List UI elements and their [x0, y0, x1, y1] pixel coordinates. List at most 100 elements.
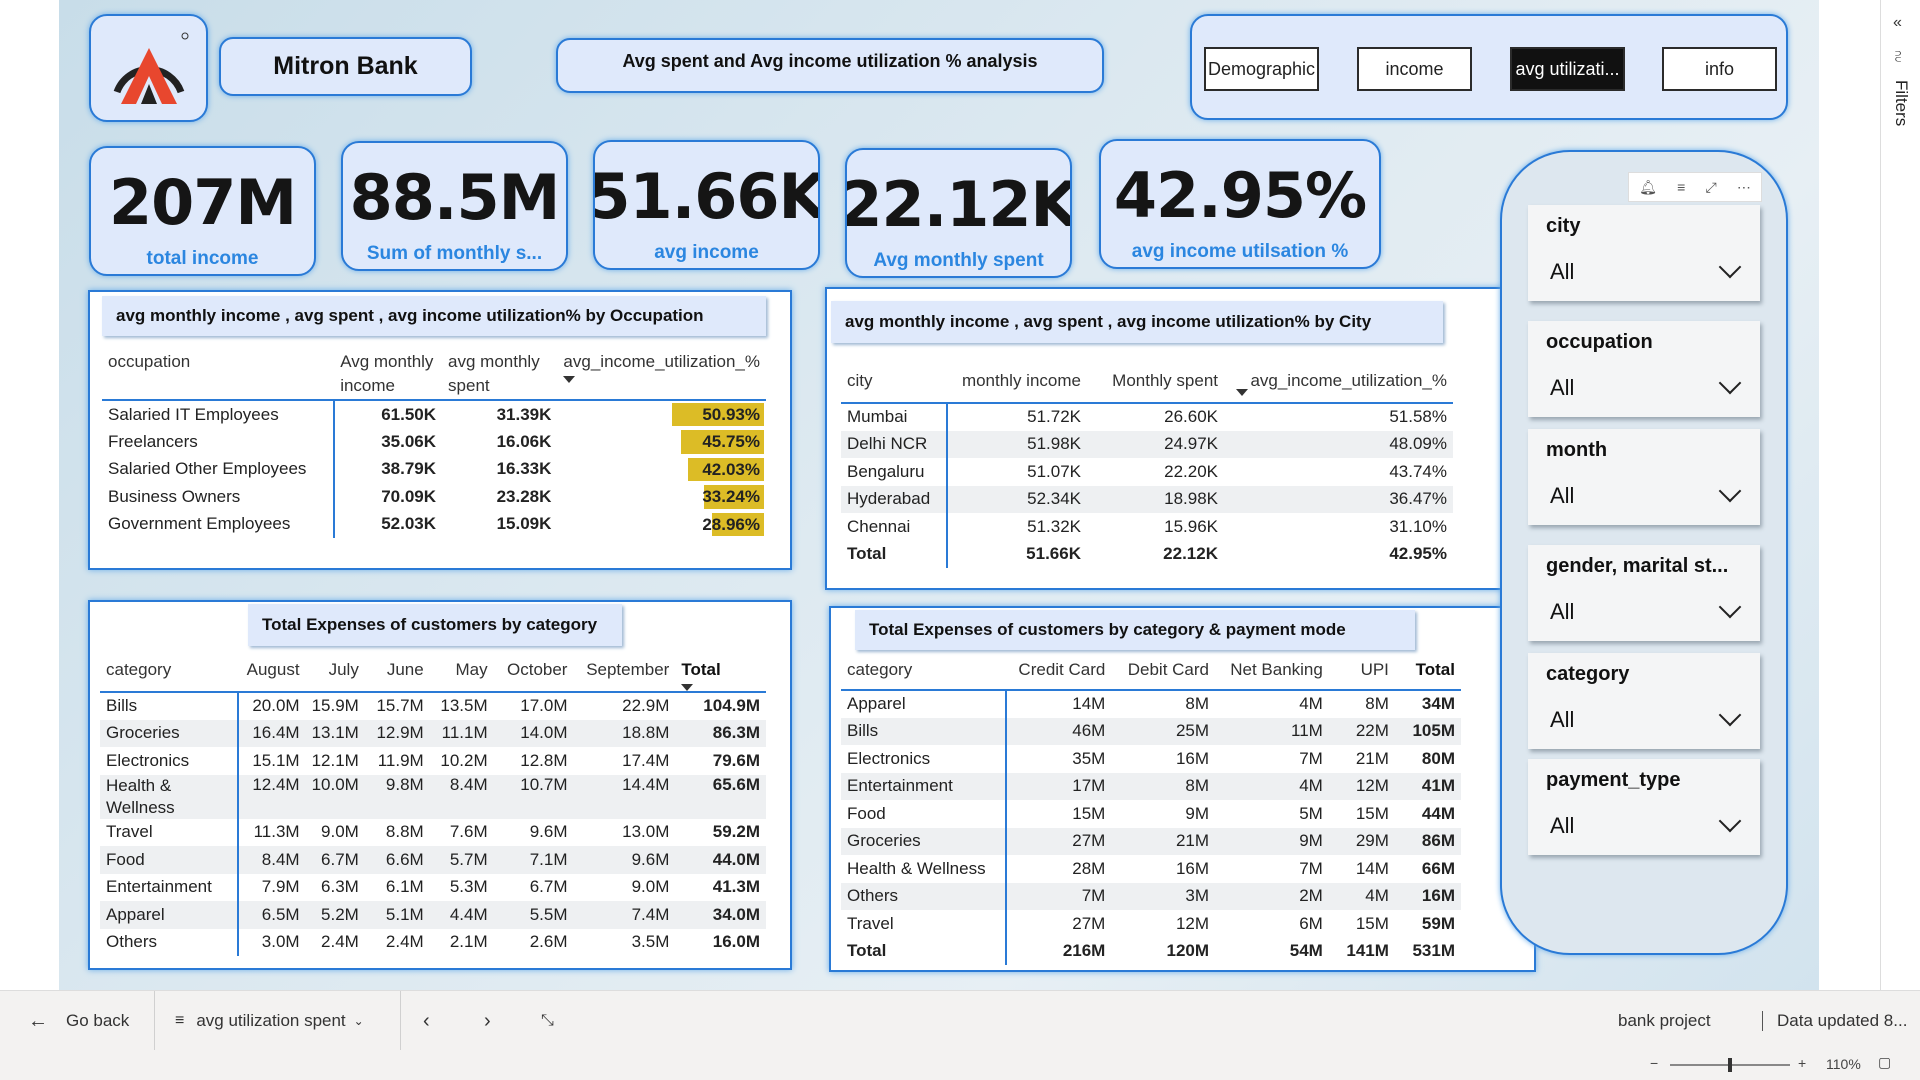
slicer-title: category: [1546, 663, 1630, 685]
column-header[interactable]: avg monthly spent: [442, 350, 557, 400]
table-row[interactable]: Freelancers 35.06K 16.06K 45.75%: [102, 428, 766, 456]
cell-value: 11M: [1215, 717, 1329, 745]
table-row[interactable]: Electronics 35M 16M 7M 21M 80M: [841, 745, 1461, 773]
zoom-thumb[interactable]: [1728, 1058, 1732, 1072]
table-row[interactable]: Delhi NCR 51.98K 24.97K 48.09%: [841, 430, 1453, 458]
slicer-city[interactable]: city All: [1528, 205, 1760, 301]
column-header[interactable]: category: [100, 652, 238, 692]
table-row[interactable]: Others 3.0M 2.4M 2.4M 2.1M 2.6M 3.5M 16.0M: [100, 928, 766, 956]
table-row[interactable]: Salaried Other Employees 38.79K 16.33K 4…: [102, 455, 766, 483]
column-header[interactable]: city: [841, 363, 947, 403]
chevron-down-icon[interactable]: [1718, 371, 1742, 395]
total-row[interactable]: Total 216M 120M 54M 141M 531M: [841, 937, 1461, 965]
table-row[interactable]: Bills 46M 25M 11M 22M 105M: [841, 717, 1461, 745]
column-header[interactable]: Debit Card: [1111, 652, 1215, 690]
table-row[interactable]: Apparel 14M 8M 4M 8M 34M: [841, 690, 1461, 718]
column-header[interactable]: October: [494, 652, 574, 692]
table-row[interactable]: Government Employees 52.03K 15.09K 28.96…: [102, 510, 766, 538]
table-row[interactable]: Hyderabad 52.34K 18.98K 36.47%: [841, 485, 1453, 513]
table-row[interactable]: Bills 20.0M 15.9M 15.7M 13.5M 17.0M 22.9M 104.9…: [100, 692, 766, 720]
column-header[interactable]: July: [306, 652, 365, 692]
table-row[interactable]: Salaried IT Employees 61.50K 31.39K 50.9…: [102, 400, 766, 428]
total-row[interactable]: Total 51.66K 22.12K 42.95%: [841, 540, 1453, 568]
filters-label[interactable]: Filters: [1891, 80, 1911, 126]
column-header[interactable]: September: [573, 652, 675, 692]
chevron-down-icon[interactable]: [1718, 703, 1742, 727]
column-header[interactable]: May: [430, 652, 494, 692]
table-row[interactable]: Travel 11.3M 9.0M 8.8M 7.6M 9.6M 13.0M 59.2M: [100, 818, 766, 846]
zoom-level: 110%: [1826, 1056, 1861, 1072]
table-row[interactable]: Bengaluru 51.07K 22.20K 43.74%: [841, 458, 1453, 486]
table-row[interactable]: Electronics 15.1M 12.1M 11.9M 10.2M 12.8M 17.4…: [100, 747, 766, 775]
cell-category: Others: [100, 928, 239, 956]
column-header[interactable]: Net Banking: [1215, 652, 1329, 690]
table-row[interactable]: Business Owners 70.09K 23.28K 33.24%: [102, 483, 766, 511]
column-header[interactable]: Total: [1395, 652, 1461, 690]
nav-button-demographic[interactable]: Demographic: [1204, 47, 1319, 91]
table-row[interactable]: Apparel 6.5M 5.2M 5.1M 4.4M 5.5M 7.4M 34.0M: [100, 901, 766, 929]
table-row[interactable]: Others 7M 3M 2M 4M 16M: [841, 882, 1461, 910]
nav-button-avg-utilization[interactable]: avg utilizati...: [1510, 47, 1625, 91]
collapse-pane-icon[interactable]: «: [1893, 14, 1902, 32]
slicer-month[interactable]: month All: [1528, 429, 1760, 525]
table-row[interactable]: Groceries 27M 21M 9M 29M 86M: [841, 827, 1461, 855]
column-header[interactable]: Credit Card: [1006, 652, 1112, 690]
column-header[interactable]: occupation: [102, 350, 334, 400]
table-row[interactable]: Travel 27M 12M 6M 15M 59M: [841, 910, 1461, 938]
table-row[interactable]: Groceries 16.4M 13.1M 12.9M 11.1M 14.0M 18.8M 8…: [100, 719, 766, 747]
bell-icon[interactable]: 🔔︎: [1639, 179, 1657, 196]
table-header: category August July June May October Se…: [100, 652, 766, 692]
cell-category: Apparel: [100, 901, 239, 929]
more-icon[interactable]: ⋯: [1737, 179, 1751, 196]
column-header[interactable]: avg_income_utilization_%: [1224, 363, 1453, 403]
cell-category: Entertainment: [841, 772, 1007, 800]
table-row[interactable]: Entertainment 17M 8M 4M 12M 41M: [841, 772, 1461, 800]
column-header[interactable]: June: [365, 652, 430, 692]
category-payment-table: category Credit Card Debit Card Net Bank…: [841, 652, 1461, 965]
table-row[interactable]: Entertainment 7.9M 6.3M 6.1M 5.3M 6.7M 9.0M 41.…: [100, 873, 766, 901]
cell-value: 10.0M: [305, 774, 365, 819]
category-month-table-visual[interactable]: Total Expenses of customers by category …: [88, 600, 792, 970]
fit-page-icon[interactable]: ▢: [1878, 1054, 1891, 1071]
table-row[interactable]: Food 15M 9M 5M 15M 44M: [841, 800, 1461, 828]
page-selector[interactable]: ≡ avg utilization spent ⌄: [175, 991, 364, 1051]
column-header[interactable]: UPI: [1329, 652, 1395, 690]
filters-pane[interactable]: « ⫔ Filters: [1880, 0, 1920, 990]
cell-income: 70.09K: [381, 486, 437, 506]
column-header[interactable]: August: [238, 652, 306, 692]
column-header[interactable]: monthly income: [947, 363, 1087, 403]
column-header[interactable]: avg_income_utilization_%: [557, 350, 766, 400]
table-row[interactable]: Chennai 51.32K 15.96K 31.10%: [841, 513, 1453, 541]
zoom-in-icon[interactable]: +: [1798, 1055, 1806, 1071]
table-row[interactable]: Mumbai 51.72K 26.60K 51.58%: [841, 403, 1453, 431]
chevron-down-icon[interactable]: [1718, 479, 1742, 503]
go-back-button[interactable]: ← Go back: [28, 991, 129, 1051]
city-table-visual[interactable]: avg monthly income , avg spent , avg inc…: [825, 287, 1532, 590]
focus-icon[interactable]: ⤢: [1705, 179, 1716, 196]
chevron-down-icon[interactable]: [1718, 595, 1742, 619]
occupation-table-visual[interactable]: avg monthly income , avg spent , avg inc…: [88, 290, 792, 570]
chevron-left-icon[interactable]: ‹: [423, 991, 430, 1051]
filter-icon[interactable]: ≡: [1677, 179, 1685, 195]
cell-income: 51.72K: [1027, 407, 1081, 427]
collapse-icon[interactable]: ⤡: [541, 991, 554, 1051]
chevron-down-icon[interactable]: [1718, 255, 1742, 279]
table-row[interactable]: Health & Wellness 12.4M 10.0M 9.8M 8.4M 10.7M…: [100, 774, 766, 819]
table-row[interactable]: Health & Wellness 28M 16M 7M 14M 66M: [841, 855, 1461, 883]
column-header[interactable]: Monthly spent: [1087, 363, 1224, 403]
nav-button-income[interactable]: income: [1357, 47, 1472, 91]
chevron-down-icon[interactable]: [1718, 809, 1742, 833]
slicer-category[interactable]: category All: [1528, 653, 1760, 749]
zoom-slider[interactable]: [1670, 1058, 1790, 1072]
slicer-occupation[interactable]: occupation All: [1528, 321, 1760, 417]
chevron-right-icon[interactable]: ›: [484, 991, 491, 1051]
category-payment-table-visual[interactable]: Total Expenses of customers by category …: [829, 606, 1536, 972]
column-header[interactable]: Avg monthly income: [334, 350, 442, 400]
slicer-gender-marital[interactable]: gender, marital st... All: [1528, 545, 1760, 641]
slicer-payment-type[interactable]: payment_type All: [1528, 759, 1760, 855]
nav-button-info[interactable]: info: [1662, 47, 1777, 91]
column-header[interactable]: category: [841, 652, 1006, 690]
column-header[interactable]: Total: [675, 652, 766, 692]
zoom-out-icon[interactable]: −: [1650, 1055, 1658, 1071]
table-row[interactable]: Food 8.4M 6.7M 6.6M 5.7M 7.1M 9.6M 44.0M: [100, 846, 766, 874]
